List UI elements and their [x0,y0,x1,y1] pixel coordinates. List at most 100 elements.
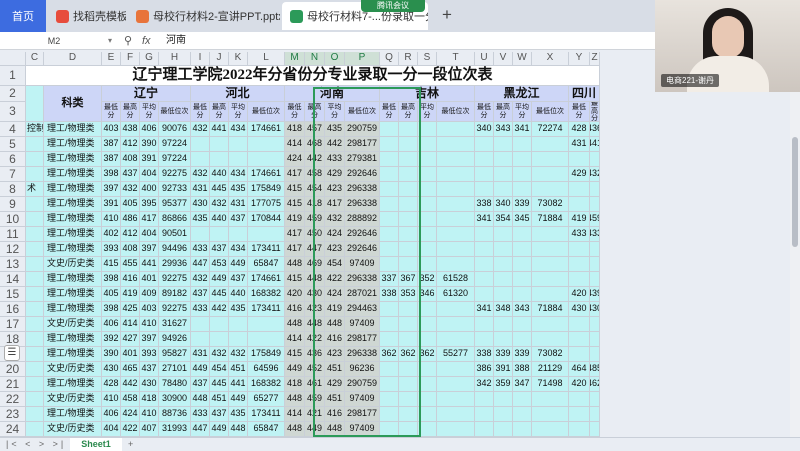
row-header[interactable]: 16 [0,302,26,317]
data-cell[interactable]: 279381 [345,152,380,167]
data-cell[interactable] [513,272,532,287]
category-cell[interactable]: 理工/物理类 [44,407,102,422]
data-cell[interactable] [418,137,437,152]
row-header[interactable]: 22 [0,392,26,407]
data-cell[interactable] [590,347,600,362]
data-cell[interactable]: 31627 [159,317,191,332]
data-cell[interactable]: 437 [229,272,248,287]
data-cell[interactable] [418,212,437,227]
data-cell[interactable] [210,152,229,167]
data-cell[interactable]: 348 [494,302,513,317]
column-header[interactable]: U [475,52,494,66]
data-cell[interactable]: 448 [191,392,210,407]
data-cell[interactable] [380,332,399,347]
data-cell[interactable]: 418 [140,392,159,407]
data-cell[interactable] [418,167,437,182]
column-header[interactable]: W [513,52,532,66]
data-cell[interactable]: 92275 [159,302,191,317]
data-cell[interactable]: 419 [121,287,140,302]
data-cell[interactable] [590,422,600,437]
data-cell[interactable]: 71498 [532,377,569,392]
column-header[interactable]: K [229,52,248,66]
row-header[interactable]: 20 [0,362,26,377]
data-cell[interactable]: 65847 [248,422,285,437]
data-cell[interactable]: 388 [513,362,532,377]
data-cell[interactable] [399,197,418,212]
data-cell[interactable] [532,257,569,272]
data-cell[interactable]: 55277 [437,347,475,362]
category-cell[interactable]: 文史/历史类 [44,362,102,377]
data-cell[interactable] [380,122,399,137]
data-cell[interactable]: 73082 [532,347,569,362]
data-cell[interactable]: 393 [102,242,121,257]
province-header[interactable]: 辽宁 [102,86,191,102]
data-cell[interactable]: 417 [285,227,305,242]
sub-header[interactable]: 最高分 [399,102,418,122]
data-cell[interactable]: 339 [494,347,513,362]
category-cell[interactable]: 理工/物理类 [44,152,102,167]
data-cell[interactable]: 415 [285,347,305,362]
column-header[interactable]: Y [569,52,590,66]
data-cell[interactable]: 433 [191,302,210,317]
data-cell[interactable]: 440 [210,212,229,227]
data-cell[interactable]: 298177 [345,407,380,422]
data-cell[interactable] [513,242,532,257]
category-cell[interactable]: 理工/物理类 [44,242,102,257]
data-cell[interactable]: 424 [325,287,345,302]
data-cell[interactable]: 21129 [532,362,569,377]
data-cell[interactable]: 403 [102,122,121,137]
data-cell[interactable]: 73082 [532,197,569,212]
data-cell[interactable]: 89182 [159,287,191,302]
data-cell[interactable]: 430 [569,302,590,317]
data-cell[interactable]: 464 [569,362,590,377]
data-cell[interactable]: 452 [305,362,325,377]
data-cell[interactable]: 168382 [248,287,285,302]
data-cell[interactable]: 397 [140,332,159,347]
data-cell[interactable] [437,302,475,317]
category-cell[interactable]: 文史/历史类 [44,422,102,437]
data-cell[interactable] [380,227,399,242]
row-header[interactable]: 9 [0,197,26,212]
data-cell[interactable]: 435 [191,212,210,227]
data-cell[interactable] [532,242,569,257]
data-cell[interactable]: 404 [140,167,159,182]
data-cell[interactable]: 345 [513,212,532,227]
data-cell[interactable]: 439 [590,287,600,302]
data-cell[interactable]: 395 [140,197,159,212]
data-cell[interactable] [475,167,494,182]
data-cell[interactable]: 447 [191,422,210,437]
data-cell[interactable]: 96236 [345,362,380,377]
data-cell[interactable] [475,227,494,242]
column-header[interactable]: H [159,52,191,66]
province-header[interactable]: 河北 [191,86,285,102]
row-note-cell[interactable] [26,167,44,182]
data-cell[interactable]: 449 [191,362,210,377]
data-cell[interactable]: 65847 [248,257,285,272]
column-header[interactable]: J [210,52,229,66]
data-cell[interactable]: 431 [191,347,210,362]
data-cell[interactable] [532,182,569,197]
scrollbar-thumb[interactable] [792,137,798,247]
data-cell[interactable] [191,317,210,332]
column-header[interactable]: F [121,52,140,66]
data-cell[interactable] [399,242,418,257]
data-cell[interactable] [569,407,590,422]
data-cell[interactable] [475,182,494,197]
column-header[interactable]: L [248,52,285,66]
data-cell[interactable]: 433 [569,227,590,242]
data-cell[interactable]: 434 [229,167,248,182]
sheet-title[interactable]: 辽宁理工学院2022年分省份分专业录取一分一段位次表 [26,66,600,86]
row-note-cell[interactable] [26,212,44,227]
data-cell[interactable]: 405 [102,287,121,302]
data-cell[interactable] [399,392,418,407]
data-cell[interactable]: 97409 [345,317,380,332]
data-cell[interactable]: 420 [569,287,590,302]
data-cell[interactable] [191,332,210,347]
sub-header[interactable]: 最低分 [475,102,494,122]
category-cell[interactable]: 理工/物理类 [44,377,102,392]
row-header[interactable]: 3 [0,102,26,122]
category-cell[interactable]: 理工/物理类 [44,212,102,227]
data-cell[interactable]: 288892 [345,212,380,227]
sub-header[interactable]: 最低位次 [159,102,191,122]
data-cell[interactable]: 298177 [345,137,380,152]
